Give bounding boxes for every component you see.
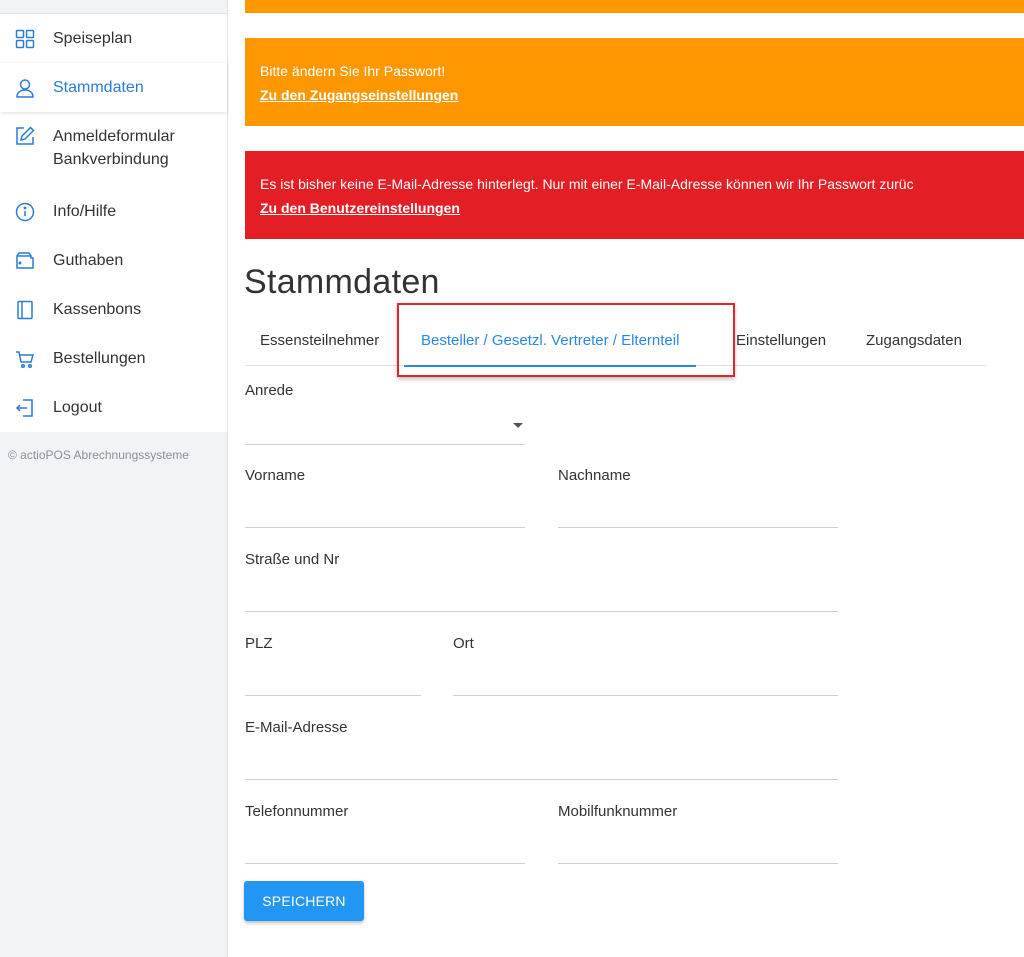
zugangseinstellungen-link[interactable]: Zu den Zugangseinstellungen: [260, 87, 458, 103]
mobil-input[interactable]: [558, 863, 838, 864]
alert-top-strip: [245, 0, 1024, 13]
nachname-input[interactable]: [558, 527, 838, 528]
sidebar-item-label: Guthaben: [53, 251, 124, 269]
sidebar-item-label: Info/Hilfe: [53, 202, 117, 220]
sidebar-item-label: Stammdaten: [53, 78, 144, 96]
anrede-label: Anrede: [245, 382, 294, 399]
tab-bar: Essensteilnehmer Besteller / Gesetzl. Ve…: [245, 322, 986, 367]
plz-input[interactable]: [245, 695, 421, 696]
sidebar-item-speiseplan[interactable]: Speiseplan: [0, 14, 227, 63]
plz-label: PLZ: [245, 635, 273, 652]
sidebar-item-info[interactable]: Info/Hilfe: [0, 187, 227, 236]
info-icon: [15, 202, 35, 222]
alert-password: Bitte ändern Sie Ihr Passwort! Zu den Zu…: [245, 38, 1024, 126]
ort-input[interactable]: [453, 695, 838, 696]
sidebar-item-stammdaten[interactable]: Stammdaten: [0, 63, 227, 112]
telefon-label: Telefonnummer: [245, 803, 349, 820]
copyright-text: © actioPOS Abrechnungssysteme: [8, 448, 189, 462]
strasse-input[interactable]: [245, 611, 838, 612]
email-input[interactable]: [245, 779, 838, 780]
telefon-input[interactable]: [245, 863, 525, 864]
tab-einstellungen[interactable]: Einstellungen: [736, 322, 826, 366]
email-label: E-Mail-Adresse: [245, 719, 348, 736]
sidebar-nav: Speiseplan Stammdaten Anmeldeformular Ba…: [0, 14, 227, 432]
ort-label: Ort: [453, 635, 474, 652]
sidebar-top-strip: [0, 0, 227, 14]
tab-besteller[interactable]: Besteller / Gesetzl. Vertreter / Elternt…: [404, 322, 697, 367]
save-button[interactable]: Speichern: [244, 881, 364, 921]
sidebar-item-label-line2: Bankverbindung: [53, 151, 169, 168]
sidebar-item-kassenbons[interactable]: Kassenbons: [0, 285, 227, 334]
sidebar-item-label: Kassenbons: [53, 300, 142, 318]
sidebar-item-label: Anmeldeformular Bankverbindung: [53, 125, 175, 171]
alert-email: Es ist bisher keine E-Mail-Adresse hinte…: [245, 151, 1024, 239]
benutzereinstellungen-link[interactable]: Zu den Benutzereinstellungen: [260, 200, 460, 216]
strasse-label: Straße und Nr: [245, 551, 340, 568]
cart-icon: [15, 349, 35, 369]
logout-icon: [15, 398, 35, 418]
nachname-label: Nachname: [558, 467, 631, 484]
sidebar-item-label: Bestellungen: [53, 349, 146, 367]
vorname-label: Vorname: [245, 467, 306, 484]
sidebar-item-label-line1: Anmeldeformular: [53, 128, 175, 145]
edit-icon: [15, 126, 35, 146]
sidebar-item-logout[interactable]: Logout: [0, 383, 227, 432]
tab-zugangsdaten[interactable]: Zugangsdaten: [866, 322, 962, 366]
mobil-label: Mobilfunknummer: [558, 803, 678, 820]
sidebar-item-label: Logout: [53, 398, 102, 416]
alert-email-text: Es ist bisher keine E-Mail-Adresse hinte…: [260, 176, 914, 192]
sidebar-item-anmeldeformular[interactable]: Anmeldeformular Bankverbindung: [0, 112, 227, 187]
sidebar-item-label: Speiseplan: [53, 29, 133, 47]
notebook-icon: [15, 300, 35, 320]
anrede-select[interactable]: [245, 444, 525, 445]
vorname-input[interactable]: [245, 527, 525, 528]
chevron-down-icon[interactable]: [513, 423, 523, 428]
wallet-icon: [15, 251, 35, 271]
tab-essensteilnehmer[interactable]: Essensteilnehmer: [260, 322, 379, 366]
sidebar-item-bestellungen[interactable]: Bestellungen: [0, 334, 227, 383]
sidebar-item-guthaben[interactable]: Guthaben: [0, 236, 227, 285]
grid-icon: [15, 29, 35, 49]
sidebar: Speiseplan Stammdaten Anmeldeformular Ba…: [0, 0, 228, 957]
alert-password-text: Bitte ändern Sie Ihr Passwort!: [260, 63, 446, 79]
user-icon: [15, 78, 35, 98]
page-title: Stammdaten: [244, 263, 440, 301]
